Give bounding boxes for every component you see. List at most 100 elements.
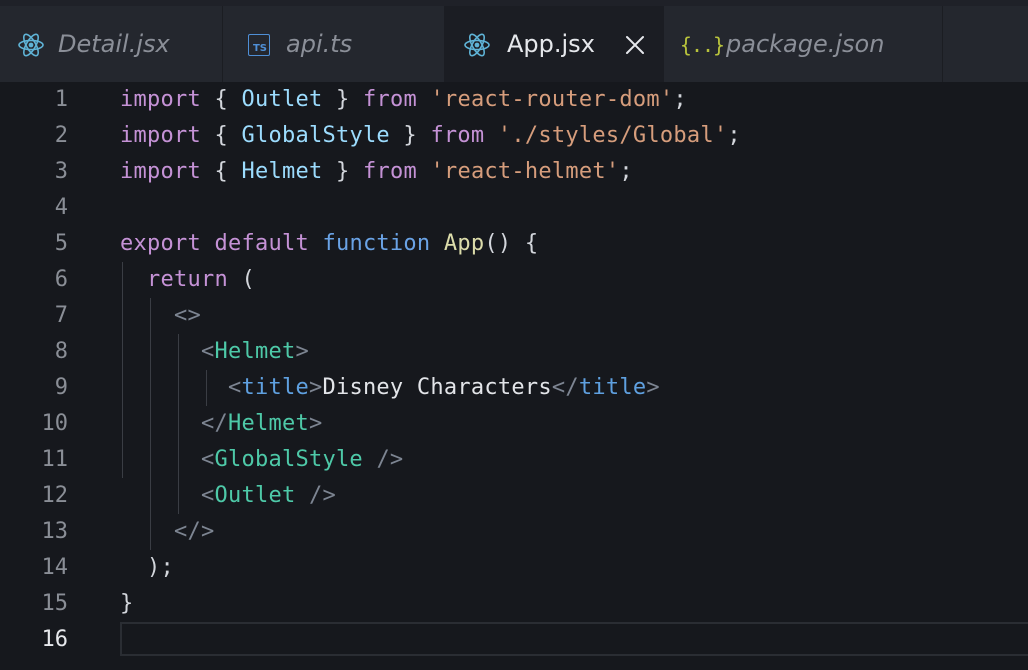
tab-label: package.json: [726, 30, 885, 58]
code-line[interactable]: 7 <>: [0, 298, 1028, 334]
close-tab-button[interactable]: [620, 30, 650, 60]
code-token: />: [376, 447, 404, 472]
code-token: from: [362, 159, 417, 184]
code-token: GlobalStyle: [214, 447, 363, 472]
code-line[interactable]: 10 </Helmet>: [0, 406, 1028, 442]
tab-app-jsx[interactable]: App.jsx: [444, 6, 664, 82]
code-text: import { Outlet } from 'react-router-dom…: [120, 82, 687, 118]
line-number: 13: [41, 519, 69, 544]
code-token: {: [200, 87, 242, 112]
react-icon: [462, 30, 492, 60]
line-number: 14: [41, 555, 69, 580]
code-token: './styles/Global': [497, 123, 728, 148]
code-text: return (: [120, 262, 255, 298]
code-line[interactable]: 16: [0, 622, 1028, 658]
line-number: 12: [41, 483, 69, 508]
line-number: 9: [54, 375, 68, 400]
code-token: ;: [619, 159, 633, 184]
typescript-icon: TS: [244, 30, 274, 60]
code-text: export default function App() {: [120, 226, 538, 262]
code-line[interactable]: 3 import { Helmet } from 'react-helmet';: [0, 154, 1028, 190]
code-text: import { GlobalStyle } from './styles/Gl…: [120, 118, 741, 154]
json-icon: {..}: [680, 30, 725, 60]
code-editor-window: Detail.jsx TS api.ts App.jsx {..} packag…: [0, 0, 1028, 670]
code-token: App: [443, 231, 485, 256]
code-token: export: [120, 231, 201, 256]
code-line[interactable]: 14 );: [0, 550, 1028, 586]
code-token: from: [362, 87, 417, 112]
code-token: import: [120, 159, 201, 184]
code-token: }: [389, 123, 431, 148]
code-text: </Helmet>: [120, 406, 322, 442]
code-token: </: [200, 411, 228, 436]
code-token: Helmet: [241, 159, 323, 184]
tab-api-ts[interactable]: TS api.ts: [223, 6, 444, 82]
tab-detail-jsx[interactable]: Detail.jsx: [0, 6, 222, 82]
code-token: return: [147, 267, 228, 292]
code-line[interactable]: 12 <Outlet />: [0, 478, 1028, 514]
code-token: Disney Characters: [322, 375, 552, 400]
code-token: }: [322, 87, 363, 112]
code-token: >: [295, 339, 309, 364]
code-text: }: [120, 586, 134, 622]
tab-label: api.ts: [286, 30, 353, 58]
tab-package-json[interactable]: {..} package.json: [664, 6, 942, 82]
code-line[interactable]: 8 <Helmet>: [0, 334, 1028, 370]
react-icon: [16, 30, 46, 60]
code-line[interactable]: 2 import { GlobalStyle } from './styles/G…: [0, 118, 1028, 154]
code-token: (: [227, 267, 255, 292]
code-text: import { Helmet } from 'react-helmet';: [120, 154, 633, 190]
line-number: 2: [54, 123, 68, 148]
code-line[interactable]: 9 <title>Disney Characters</title>: [0, 370, 1028, 406]
code-token: }: [322, 159, 363, 184]
code-token: }: [120, 591, 134, 616]
code-text: <Outlet />: [120, 478, 336, 514]
code-token: >: [308, 375, 323, 400]
code-text: <>: [120, 298, 201, 334]
editor-pane[interactable]: 1 import { Outlet } from 'react-router-do…: [0, 82, 1028, 670]
code-line[interactable]: 15}: [0, 586, 1028, 622]
line-number: 11: [41, 447, 69, 472]
code-line[interactable]: 1 import { Outlet } from 'react-router-do…: [0, 82, 1028, 118]
code-token: >: [646, 375, 660, 400]
line-number: 5: [54, 231, 68, 256]
code-token: from: [430, 123, 485, 148]
line-number: 1: [54, 87, 68, 112]
code-token: import: [120, 123, 201, 148]
code-token: default: [214, 231, 309, 256]
code-line[interactable]: 6 return (: [0, 262, 1028, 298]
code-token: <>: [173, 303, 201, 328]
code-token: 'react-helmet': [430, 159, 620, 184]
code-token: function: [322, 231, 431, 256]
code-token: 'react-router-dom': [430, 87, 674, 112]
typescript-icon-glyph: TS: [248, 34, 270, 56]
code-token: </>: [173, 519, 215, 544]
line-number: 15: [41, 591, 69, 616]
code-text: <Helmet>: [120, 334, 309, 370]
tab-divider: [942, 6, 943, 82]
tab-label: App.jsx: [507, 30, 595, 58]
code-token: title: [241, 375, 309, 400]
code-token: Helmet: [214, 339, 296, 364]
code-line[interactable]: 4: [0, 190, 1028, 226]
code-token: {: [200, 159, 242, 184]
code-token: Outlet: [214, 483, 296, 508]
code-line[interactable]: 13 </>: [0, 514, 1028, 550]
tab-bar: Detail.jsx TS api.ts App.jsx {..} packag…: [0, 0, 1028, 82]
code-line[interactable]: 11 <GlobalStyle />: [0, 442, 1028, 478]
code-token: </: [551, 375, 579, 400]
code-line[interactable]: 5 export default function App() {: [0, 226, 1028, 262]
code-token: () {: [484, 231, 539, 256]
code-token: />: [308, 483, 336, 508]
